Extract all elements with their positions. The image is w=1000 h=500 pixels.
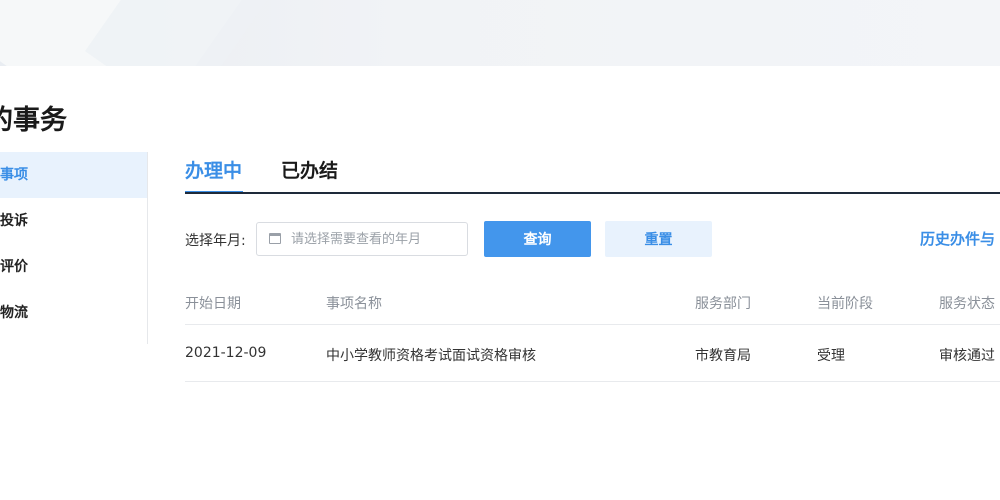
sidebar-item-logistics[interactable]: 的物流 xyxy=(0,290,147,336)
month-filter-label: 选择年月: xyxy=(185,233,246,249)
sidebar-item-reviews[interactable]: 的评价 xyxy=(0,244,147,290)
month-input[interactable] xyxy=(291,223,461,255)
column-header-item-name: 事项名称 xyxy=(326,296,382,312)
column-header-status: 服务状态 xyxy=(939,296,995,312)
calendar-icon xyxy=(269,233,281,244)
page-title: 的事务 xyxy=(0,105,67,136)
tab-in-progress[interactable]: 办理中 xyxy=(185,156,242,183)
sidebar-item-label: 的事项 xyxy=(0,167,28,183)
top-banner xyxy=(0,0,1000,66)
sidebar-item-label: 询投诉 xyxy=(0,213,28,229)
query-button[interactable]: 查询 xyxy=(484,221,591,257)
sidebar-item-label: 的评价 xyxy=(0,259,28,275)
sidebar: 的事项 询投诉 的评价 的物流 xyxy=(0,152,148,344)
cell-item-name: 中小学教师资格考试面试资格审核 xyxy=(326,348,536,364)
cell-department: 市教育局 xyxy=(695,348,751,364)
cell-start-date: 2021-12-09 xyxy=(185,345,267,361)
tabs-divider xyxy=(185,192,1000,194)
column-header-stage: 当前阶段 xyxy=(817,296,873,312)
table-header: 开始日期 事项名称 服务部门 当前阶段 服务状态 xyxy=(185,280,1000,325)
cell-status: 审核通过 xyxy=(939,348,995,364)
sidebar-item-label: 的物流 xyxy=(0,305,28,321)
sidebar-item-complaints[interactable]: 询投诉 xyxy=(0,198,147,244)
reset-button[interactable]: 重置 xyxy=(605,221,712,257)
cell-stage: 受理 xyxy=(817,348,845,364)
column-header-department: 服务部门 xyxy=(695,296,751,312)
tab-bar: 办理中 已办结 xyxy=(185,150,1000,194)
month-picker[interactable] xyxy=(256,222,468,256)
column-header-start-date: 开始日期 xyxy=(185,296,241,312)
sidebar-item-matters[interactable]: 的事项 xyxy=(0,152,147,198)
banner-decoration xyxy=(84,0,276,66)
history-link[interactable]: 历史办件与 xyxy=(920,228,995,249)
tab-completed[interactable]: 已办结 xyxy=(281,156,338,183)
table-row[interactable]: 2021-12-09 中小学教师资格考试面试资格审核 市教育局 受理 审核通过 xyxy=(185,325,1000,382)
